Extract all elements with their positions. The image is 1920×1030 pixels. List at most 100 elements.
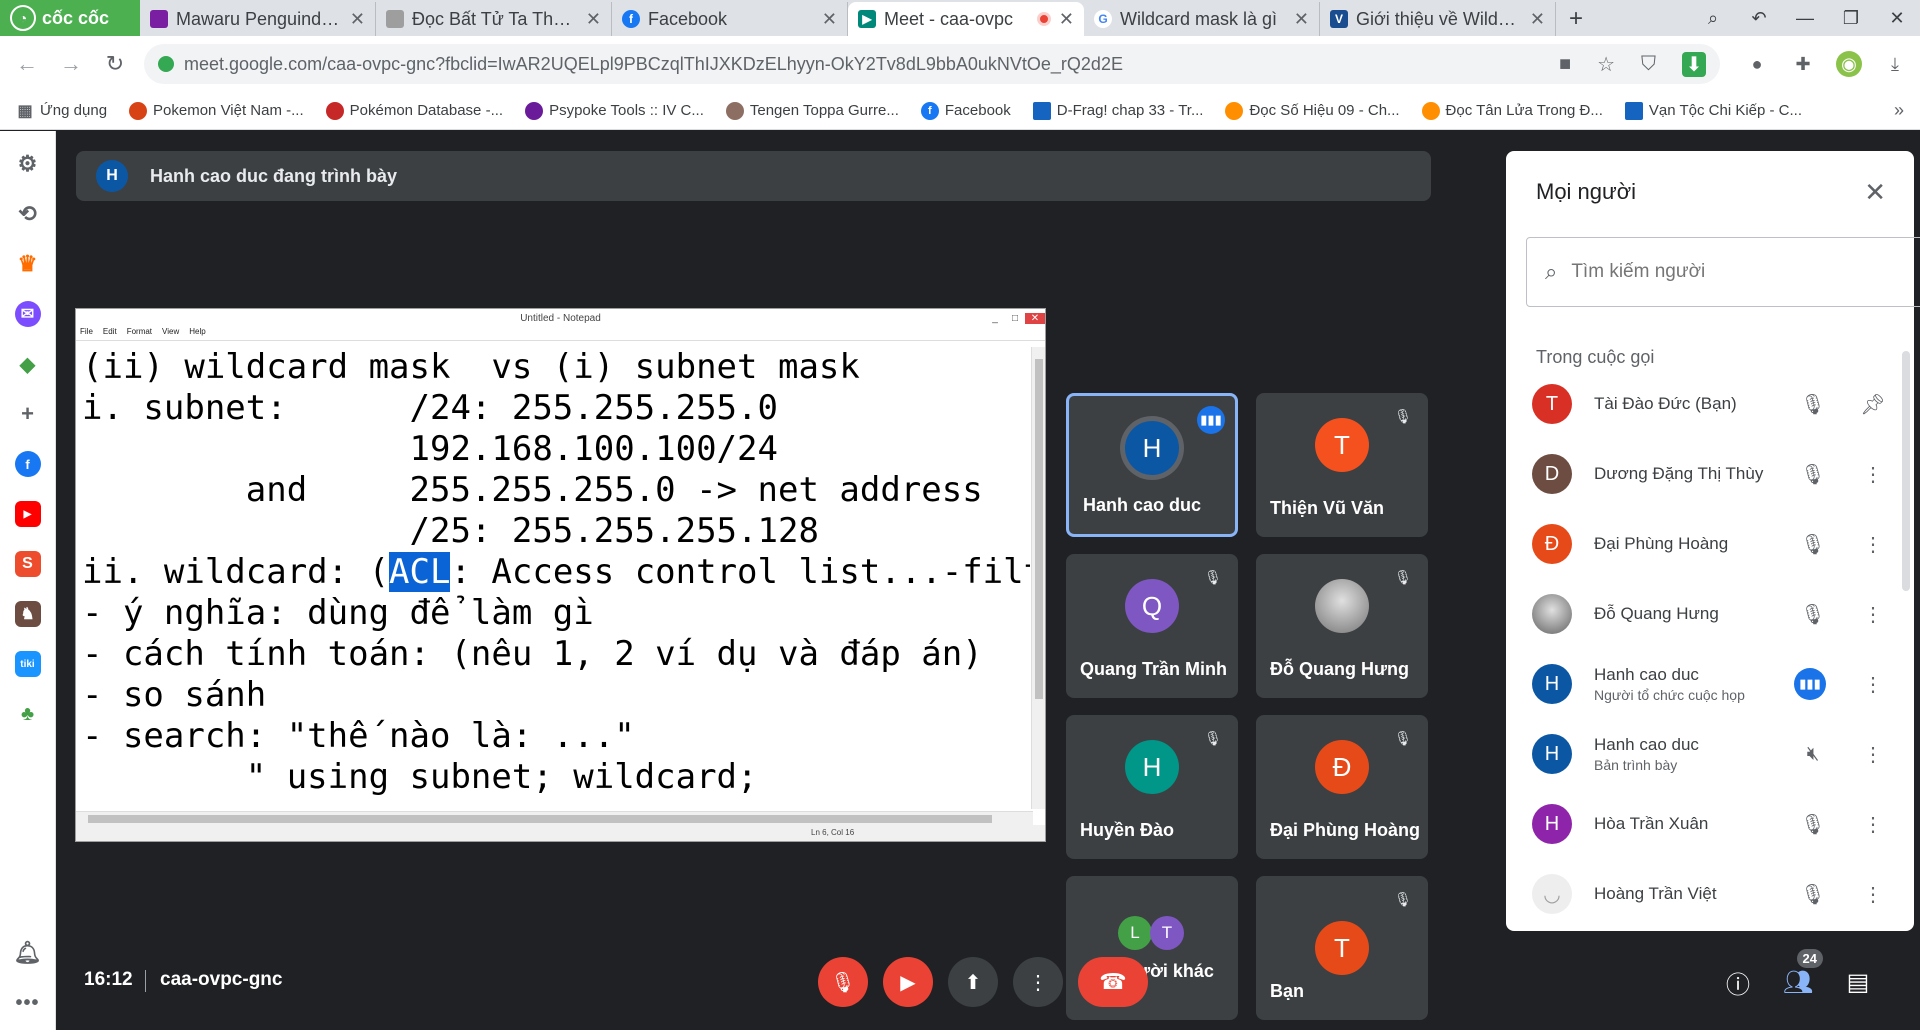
meeting-info-icon[interactable]: ⓘ bbox=[1721, 965, 1755, 999]
list-item[interactable]: H Hanh cao duc Người tổ chức cuộc họp ▮▮▮… bbox=[1506, 649, 1914, 719]
facebook-icon[interactable]: f bbox=[14, 451, 41, 477]
browser-brand[interactable]: ◔ cốc cốc bbox=[0, 0, 140, 36]
mic-off-icon[interactable]: 🎙︎ bbox=[1800, 531, 1826, 557]
tile-do-quang-hung[interactable]: 🎙︎ Đỗ Quang Hưng bbox=[1256, 554, 1428, 698]
bookmark-star-icon[interactable]: ☆ bbox=[1597, 52, 1615, 77]
list-item[interactable]: Đỗ Quang Hưng 🎙︎ ⋮ bbox=[1506, 579, 1914, 649]
address-bar[interactable]: meet.google.com/caa-ovpc-gnc?fbclid=IwAR… bbox=[144, 44, 1720, 84]
bookmark-item[interactable]: Pokémon Database -... bbox=[325, 101, 503, 120]
panel-scrollbar[interactable] bbox=[1902, 351, 1910, 591]
youtube-icon[interactable]: ▶ bbox=[14, 501, 41, 527]
messenger-icon[interactable]: ✉ bbox=[14, 301, 41, 327]
bookmark-apps[interactable]: ▦ Ứng dụng bbox=[16, 102, 107, 120]
secure-lock-icon[interactable] bbox=[158, 56, 174, 72]
url-text[interactable]: meet.google.com/caa-ovpc-gnc?fbclid=IwAR… bbox=[184, 54, 1533, 75]
tile-quang-tran-minh[interactable]: Q 🎙︎ Quang Trần Minh bbox=[1066, 554, 1238, 698]
tab-facebook[interactable]: f Facebook ✕ bbox=[612, 2, 848, 36]
list-item[interactable]: Đ Đại Phùng Hoàng 🎙︎ ⋮ bbox=[1506, 509, 1914, 579]
close-icon[interactable]: ✕ bbox=[1294, 9, 1309, 30]
maximize-icon[interactable]: ❐ bbox=[1828, 8, 1874, 29]
tile-dai-phung-hoang[interactable]: Đ 🎙︎ Đại Phùng Hoàng bbox=[1256, 715, 1428, 859]
menu-edit: Edit bbox=[102, 327, 117, 336]
downloads-icon[interactable]: ⤓ bbox=[1882, 51, 1908, 77]
minimize-icon[interactable]: — bbox=[1782, 8, 1828, 29]
present-button[interactable]: ⬆ bbox=[948, 957, 998, 1007]
close-icon[interactable]: ✕ bbox=[1864, 177, 1886, 208]
mic-off-icon[interactable]: 🎙︎ bbox=[1800, 461, 1826, 487]
more-icon[interactable]: ••• bbox=[15, 990, 41, 1016]
bookmark-item[interactable]: D-Frag! chap 33 - Tr... bbox=[1032, 101, 1203, 120]
window-close-icon[interactable]: ✕ bbox=[1874, 8, 1920, 29]
notification-bell-icon[interactable]: 🔔︎ bbox=[14, 940, 42, 966]
volume-off-icon[interactable]: 🔇︎ bbox=[1800, 741, 1826, 767]
download-icon[interactable]: ⬇ bbox=[1682, 51, 1706, 77]
shopee-icon[interactable]: S bbox=[14, 551, 41, 577]
gamepad-icon[interactable]: ◆ bbox=[15, 351, 41, 377]
reload-icon[interactable]: ↻ bbox=[100, 51, 130, 77]
close-icon[interactable]: ✕ bbox=[822, 9, 837, 30]
game-avatar-icon[interactable]: ♞ bbox=[14, 601, 41, 627]
mic-toggle-button[interactable]: 🎙︎ bbox=[818, 957, 868, 1007]
people-search-input[interactable] bbox=[1571, 261, 1872, 283]
tab-mawaru[interactable]: Mawaru Penguindrum ✕ bbox=[140, 2, 376, 36]
new-tab-button[interactable]: + bbox=[1556, 2, 1596, 36]
undo-icon[interactable]: ↶ bbox=[1736, 8, 1782, 29]
mic-off-icon[interactable]: 🎙︎ bbox=[1800, 811, 1826, 837]
more-vert-icon[interactable]: ⋮ bbox=[1860, 811, 1886, 837]
leave-call-button[interactable]: ☎ bbox=[1078, 957, 1148, 1007]
crown-icon[interactable]: ♛ bbox=[15, 251, 41, 277]
tile-huyen-dao[interactable]: H 🎙︎ Huyền Đào bbox=[1066, 715, 1238, 859]
people-search-field[interactable]: ⌕ bbox=[1526, 237, 1920, 307]
pin-icon[interactable]: 📌︎ bbox=[1860, 391, 1886, 417]
bookmark-item[interactable]: Vạn Tộc Chi Kiếp - C... bbox=[1624, 101, 1802, 120]
forward-icon[interactable]: → bbox=[56, 51, 86, 77]
camera-icon[interactable]: ■ bbox=[1559, 53, 1571, 76]
tiki-icon[interactable]: tiki bbox=[14, 651, 41, 677]
tab-meet[interactable]: ▶ Meet - caa-ovpc ✕ bbox=[848, 2, 1084, 36]
bookmark-item[interactable]: f Facebook bbox=[920, 101, 1011, 120]
camera-toggle-button[interactable]: ▶ bbox=[883, 957, 933, 1007]
more-vert-icon[interactable]: ⋮ bbox=[1860, 531, 1886, 557]
list-item[interactable]: T Tài Đào Đức (Bạn) 🎙︎ 📌︎ bbox=[1506, 369, 1914, 439]
close-icon[interactable]: ✕ bbox=[586, 9, 601, 30]
add-icon[interactable]: + bbox=[15, 401, 41, 427]
shield-icon[interactable]: ⛉ bbox=[1641, 53, 1656, 76]
back-icon[interactable]: ← bbox=[12, 51, 42, 77]
close-icon[interactable]: ✕ bbox=[350, 9, 365, 30]
bookmark-item[interactable]: Đọc Tân Lửa Trong Đ... bbox=[1421, 101, 1603, 120]
bookmark-item[interactable]: Đọc Số Hiệu 09 - Ch... bbox=[1225, 101, 1400, 120]
settings-gear-icon[interactable]: ⚙ bbox=[15, 151, 41, 177]
list-item[interactable]: D Dương Đặng Thị Thùy 🎙︎ ⋮ bbox=[1506, 439, 1914, 509]
more-vert-icon[interactable]: ⋮ bbox=[1860, 601, 1886, 627]
mic-off-icon[interactable]: 🎙︎ bbox=[1800, 391, 1826, 417]
bookmark-item[interactable]: Tengen Toppa Gurre... bbox=[725, 101, 899, 120]
close-icon[interactable]: ✕ bbox=[1530, 9, 1545, 30]
more-vert-icon[interactable]: ⋮ bbox=[1860, 671, 1886, 697]
mic-off-icon[interactable]: 🎙︎ bbox=[1800, 601, 1826, 627]
chat-icon[interactable]: ▤ bbox=[1841, 965, 1875, 999]
people-button[interactable]: 👥︎ 24 bbox=[1781, 949, 1823, 999]
bookmark-item[interactable]: Psypoke Tools :: IV C... bbox=[525, 101, 704, 120]
list-item[interactable]: H Hanh cao duc Bản trình bày 🔇︎ ⋮ bbox=[1506, 719, 1914, 789]
tab-wildcard-intro[interactable]: V Giới thiệu về Wildcard ✕ bbox=[1320, 2, 1556, 36]
bookmarks-overflow-icon[interactable]: » bbox=[1894, 100, 1904, 121]
more-vert-icon[interactable]: ⋮ bbox=[1860, 461, 1886, 487]
tab-wildcard-google[interactable]: G Wildcard mask là gì ✕ bbox=[1084, 2, 1320, 36]
bookmark-item[interactable]: Pokemon Việt Nam -... bbox=[129, 101, 304, 120]
tab-bat-tu[interactable]: Đọc Bất Tử Ta Thật Sự ✕ bbox=[376, 2, 612, 36]
tile-hanh-cao-duc[interactable]: H ▮▮▮ Hanh cao duc bbox=[1066, 393, 1238, 537]
history-icon[interactable]: ⟲ bbox=[15, 201, 41, 227]
profile-avatar-icon[interactable]: ◉ bbox=[1836, 51, 1862, 77]
extension-leaf-icon[interactable]: ♣ bbox=[15, 701, 41, 727]
tab-search-icon[interactable]: ⌕ bbox=[1690, 8, 1736, 29]
list-item[interactable]: ◡ Hoàng Trần Việt 🎙︎ ⋮ bbox=[1506, 859, 1914, 929]
more-vert-icon[interactable]: ⋮ bbox=[1860, 881, 1886, 907]
close-icon[interactable]: ✕ bbox=[1059, 9, 1074, 30]
more-options-button[interactable]: ⋮ bbox=[1013, 957, 1063, 1007]
extension-icon[interactable]: ● bbox=[1744, 51, 1770, 77]
tile-thien-vu-van[interactable]: T 🎙︎ Thiện Vũ Văn bbox=[1256, 393, 1428, 537]
list-item[interactable]: H Hòa Trần Xuân 🎙︎ ⋮ bbox=[1506, 789, 1914, 859]
more-vert-icon[interactable]: ⋮ bbox=[1860, 741, 1886, 767]
puzzle-icon[interactable]: ✚ bbox=[1790, 51, 1816, 77]
mic-off-icon[interactable]: 🎙︎ bbox=[1800, 881, 1826, 907]
